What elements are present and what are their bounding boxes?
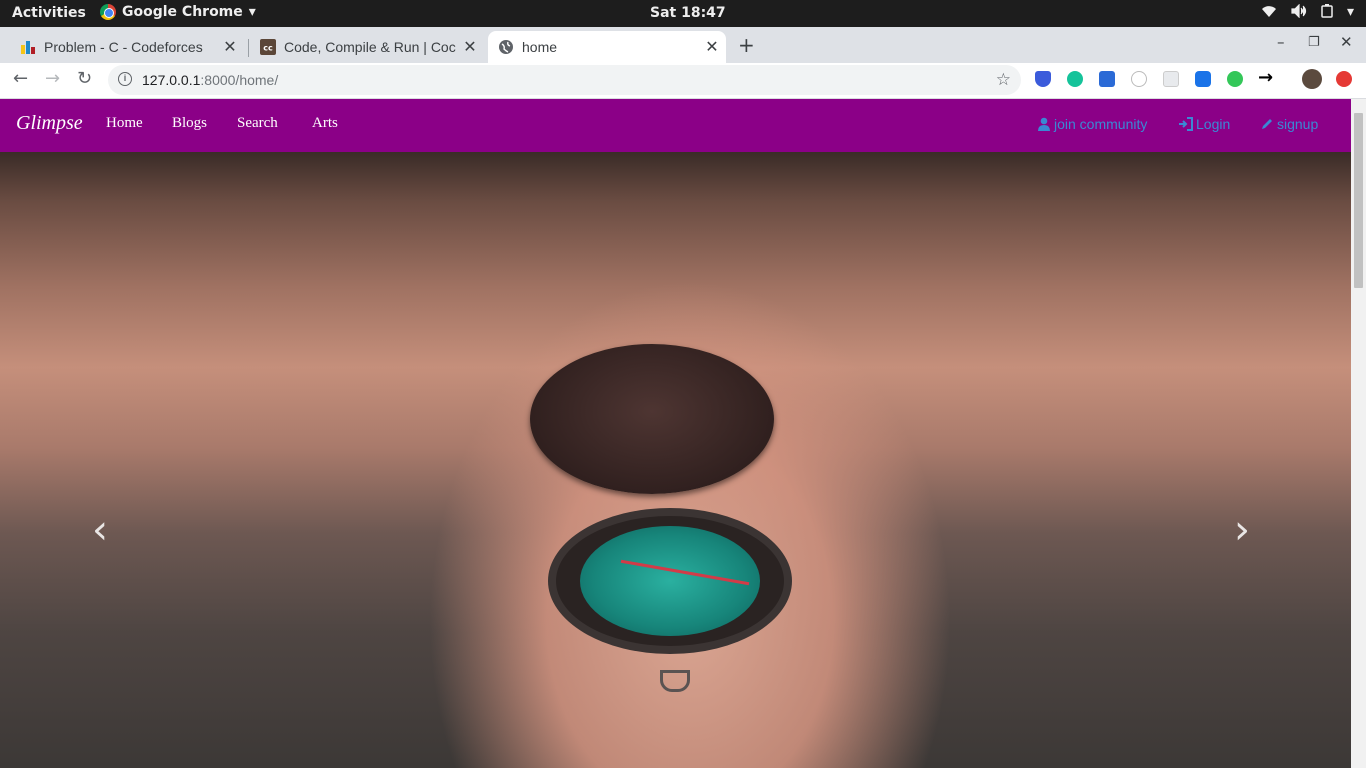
timer-extension-icon[interactable]: [1131, 71, 1147, 87]
new-tab-icon[interactable]: +: [738, 33, 755, 57]
system-menu-chevron-icon[interactable]: ▾: [1347, 4, 1354, 22]
m-extension-icon[interactable]: [1227, 71, 1243, 87]
app-menu[interactable]: Google Chrome ▾: [100, 4, 256, 20]
chrome-icon: [100, 4, 116, 20]
browser-toolbar: ← → ↻ i 127.0.0.1:8000/home/ ☆ →: [0, 63, 1366, 99]
scrollbar-thumb[interactable]: [1354, 113, 1363, 288]
calendar-extension-icon[interactable]: [1099, 71, 1115, 87]
close-window-icon[interactable]: ✕: [1340, 33, 1353, 51]
tab-separator: [248, 39, 249, 57]
forward-icon[interactable]: →: [45, 68, 60, 89]
chevron-down-icon: ▾: [248, 4, 256, 20]
join-community-link[interactable]: join community: [1037, 116, 1147, 132]
nav-link-search[interactable]: Search: [237, 115, 278, 132]
page-scrollbar[interactable]: [1351, 99, 1366, 768]
close-tab-icon[interactable]: ✕: [462, 37, 478, 57]
web-page: Glimpse Home Blogs Search Arts join comm…: [0, 99, 1351, 768]
svg-text:cc: cc: [263, 44, 273, 53]
system-top-bar: Activities Google Chrome ▾ Sat 18:47 ▾: [0, 0, 1366, 27]
url-text[interactable]: 127.0.0.1:8000/home/: [142, 72, 278, 88]
join-community-label: join community: [1054, 116, 1148, 132]
close-tab-icon[interactable]: ✕: [704, 37, 720, 57]
nav-link-home[interactable]: Home: [106, 115, 143, 132]
compass-ring: [660, 670, 690, 692]
tab-home[interactable]: home ✕: [488, 31, 726, 63]
back-icon[interactable]: ←: [13, 68, 28, 89]
login-label: Login: [1196, 116, 1231, 132]
app-name: Google Chrome: [122, 4, 243, 20]
codeforces-icon: [21, 41, 35, 54]
compass-face: [580, 526, 760, 636]
profile-avatar[interactable]: [1302, 69, 1322, 89]
volume-icon[interactable]: [1291, 3, 1307, 22]
signup-label: signup: [1277, 116, 1319, 132]
cube-extension-icon[interactable]: [1195, 71, 1211, 87]
battery-icon[interactable]: [1321, 4, 1333, 22]
tab-codeforces[interactable]: Problem - C - Codeforces ✕: [12, 31, 244, 63]
site-info-icon[interactable]: i: [118, 72, 132, 86]
system-tray[interactable]: ▾: [1261, 3, 1354, 22]
grid-extension-icon[interactable]: [1163, 71, 1179, 87]
tab-codechef[interactable]: cc Code, Compile & Run | Coc ✕: [252, 31, 484, 63]
activities-button[interactable]: Activities: [12, 5, 86, 21]
site-navbar: Glimpse Home Blogs Search Arts join comm…: [0, 99, 1351, 152]
minimize-icon[interactable]: –: [1277, 33, 1285, 51]
restore-icon[interactable]: ❐: [1308, 35, 1320, 50]
chevron-left-icon[interactable]: ‹: [92, 507, 108, 553]
tab-title: Code, Compile & Run | Coc: [284, 39, 456, 55]
reload-icon[interactable]: ↻: [77, 68, 92, 89]
pencil-icon: [1262, 119, 1272, 129]
compass-body: [548, 508, 792, 654]
signup-link[interactable]: signup: [1260, 116, 1318, 132]
compass-lid: [530, 344, 774, 494]
carousel-slide-image: ‹ ›: [0, 152, 1351, 768]
compass-needle: [620, 559, 750, 586]
address-bar[interactable]: i 127.0.0.1:8000/home/ ☆: [108, 65, 1021, 95]
nav-link-blogs[interactable]: Blogs: [172, 115, 207, 132]
close-tab-icon[interactable]: ✕: [222, 37, 238, 57]
wifi-icon[interactable]: [1261, 4, 1277, 22]
nav-link-arts[interactable]: Arts: [312, 115, 338, 132]
globe-icon: [499, 40, 513, 54]
grammarly-extension-icon[interactable]: [1067, 71, 1083, 87]
login-link[interactable]: Login: [1178, 116, 1230, 132]
tab-title: home: [522, 39, 558, 55]
user-icon: [1038, 117, 1050, 131]
tab-strip: Problem - C - Codeforces ✕ cc Code, Comp…: [0, 27, 1366, 63]
bookmark-star-icon[interactable]: ☆: [996, 70, 1011, 90]
tab-title: Problem - C - Codeforces: [44, 39, 203, 55]
codechef-icon: cc: [260, 39, 276, 55]
shield-extension-icon[interactable]: [1035, 71, 1051, 87]
login-icon: [1179, 117, 1193, 131]
clock[interactable]: Sat 18:47: [650, 5, 726, 21]
arrow-extension-icon[interactable]: →: [1258, 67, 1273, 88]
chevron-right-icon[interactable]: ›: [1234, 507, 1250, 553]
site-brand[interactable]: Glimpse: [16, 112, 83, 135]
update-icon[interactable]: [1336, 71, 1352, 87]
